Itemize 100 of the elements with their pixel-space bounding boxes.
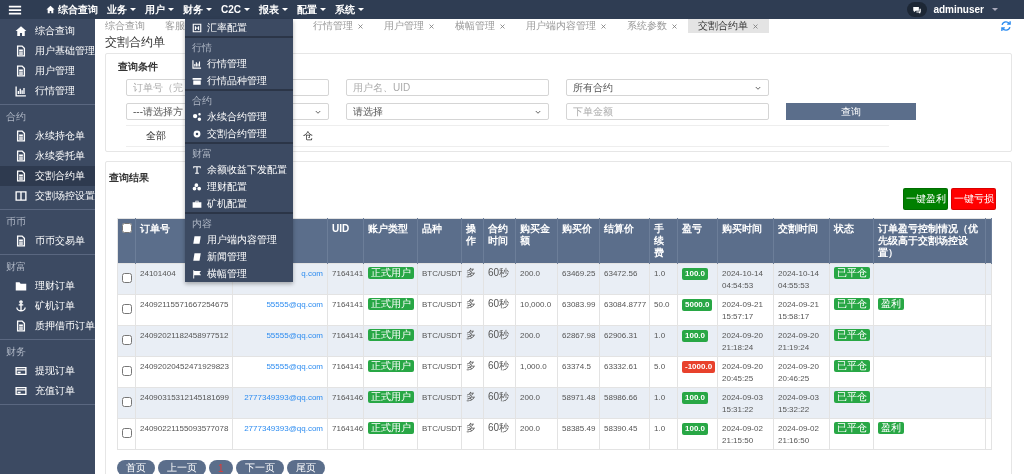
table-cell: 7164141 [332, 300, 364, 309]
table-cell: 10,000.0 [520, 300, 552, 309]
table-cell: 58390.45 [604, 424, 638, 433]
page-title: 交割合约单 [105, 34, 165, 50]
table-cell: 200.0 [520, 331, 541, 340]
table-cell: 63084.8777 [604, 300, 647, 309]
table-cell: 60秒 [488, 267, 510, 278]
table-cell: 60秒 [488, 360, 510, 371]
account-type-badge: 正式用户 [368, 391, 414, 403]
table-cell: 24092115571667254675 [140, 300, 229, 309]
table-cell: 2024-09-02 21:15:50 [722, 424, 763, 445]
menu-section-title: 合约 [191, 94, 213, 108]
table-cell: BTC/USDT [422, 269, 462, 278]
table-cell: 多 [466, 391, 476, 402]
profit-badge: 5000.0 [682, 299, 713, 311]
table-cell: 7164141 [332, 362, 364, 371]
table-cell: 63083.99 [562, 300, 596, 309]
menu-section-title: 财富 [191, 147, 213, 161]
table-cell: 多 [466, 360, 476, 371]
table-cell: 200.0 [520, 393, 541, 402]
column-header: 结算价 [604, 223, 634, 234]
table-cell: 58986.66 [604, 393, 638, 402]
table-cell: 2024-09-03 15:31:22 [722, 393, 763, 414]
table-cell: 多 [466, 267, 476, 278]
column-header: 购买时间 [722, 223, 762, 234]
control-badge: 盈利 [878, 298, 904, 310]
column-header: 订单号 [140, 223, 170, 234]
table-cell: 1,000.0 [520, 362, 547, 371]
table-cell: 60秒 [488, 391, 510, 402]
account-type-badge: 正式用户 [368, 267, 414, 279]
column-header: 交割时间 [778, 223, 818, 234]
profit-badge: 100.0 [682, 330, 709, 342]
panel-title: 查询条件 [118, 61, 158, 73]
table-cell: 62906.31 [604, 331, 638, 340]
table-cell: 60秒 [488, 422, 510, 433]
table-cell: 2024-10-14 04:55:53 [778, 269, 819, 290]
table-cell: 63469.25 [562, 269, 596, 278]
column-header: 盈亏 [682, 223, 702, 234]
table-cell: 多 [466, 329, 476, 340]
control-badge: 盈利 [878, 422, 904, 434]
sidebar-section-title: 币币 [5, 215, 27, 229]
sidebar-section-title: 合约 [5, 110, 27, 124]
table-cell: 63374.5 [562, 362, 591, 371]
sidebar-section-title: 财务 [5, 345, 27, 359]
column-header: UID [332, 223, 350, 234]
status-badge: 已平仓 [834, 360, 870, 372]
account-type-badge: 正式用户 [368, 329, 414, 341]
status-badge: 已平仓 [834, 422, 870, 434]
profit-badge: 100.0 [682, 392, 709, 404]
account-type-badge: 正式用户 [368, 298, 414, 310]
panel-title: 查询结果 [109, 172, 149, 184]
table-cell: 5.0 [654, 362, 666, 371]
table-cell: 2024-09-20 20:46:25 [778, 362, 819, 383]
table-cell: 2024-09-20 21:18:24 [722, 331, 763, 352]
account-type-badge: 正式用户 [368, 422, 414, 434]
table-cell: BTC/USDT [422, 362, 462, 371]
table-cell: 7164146 [332, 424, 364, 433]
table-cell: BTC/USDT [422, 424, 462, 433]
column-header: 状态 [834, 223, 854, 234]
menu-section-title: 内容 [191, 217, 213, 231]
table-cell: 58971.48 [562, 393, 596, 402]
table-cell: 2024-09-03 15:32:22 [778, 393, 819, 414]
column-header: 购买金额 [520, 223, 550, 246]
table-cell: 24090221155093577078 [140, 424, 229, 433]
table-cell: 7164141 [332, 331, 364, 340]
table-cell: 2024-09-02 21:16:50 [778, 424, 819, 445]
status-badge: 已平仓 [834, 298, 870, 310]
table-cell: 63472.56 [604, 269, 638, 278]
table-cell: 1.0 [654, 393, 666, 402]
table-cell: 2024-09-20 20:45:25 [722, 362, 763, 383]
table-cell: 24101404 [140, 269, 176, 278]
status-badge: 已平仓 [834, 329, 870, 341]
status-badge: 已平仓 [834, 391, 870, 403]
profit-badge: 100.0 [682, 268, 709, 280]
table-cell: 24090315312145181699 [140, 393, 229, 402]
table-cell: BTC/USDT [422, 300, 462, 309]
table-cell: 7164146 [332, 393, 364, 402]
table-cell: BTC/USDT [422, 393, 462, 402]
column-header: 品种 [422, 223, 442, 234]
table-cell: 60秒 [488, 329, 510, 340]
column-header: 账户类型 [368, 223, 408, 234]
table-cell: 50.0 [654, 300, 670, 309]
table-cell: 200.0 [520, 269, 541, 278]
table-cell: 62867.98 [562, 331, 596, 340]
table-cell: 2024-09-21 15:58:17 [778, 300, 819, 321]
table-cell: 58385.49 [562, 424, 596, 433]
table-cell: 24092020452471929823 [140, 362, 229, 371]
table-cell: 1.0 [654, 331, 666, 340]
profit-badge: 100.0 [682, 423, 709, 435]
table-cell: 2024-10-14 04:54:53 [722, 269, 763, 290]
column-header: 手续费 [654, 223, 664, 258]
sidebar-section-title: 财富 [5, 260, 27, 274]
table-cell: 7164141 [332, 269, 364, 278]
column-header: 购买价 [562, 223, 592, 234]
column-header: 订单盈亏控制情况（优先级高于交割场控设置） [878, 223, 978, 258]
menu-section-title: 行情 [191, 41, 213, 55]
table-cell: 2024-09-21 15:57:17 [722, 300, 763, 321]
profit-badge: -1000.0 [682, 361, 716, 373]
account-type-badge: 正式用户 [368, 360, 414, 372]
table-cell: 1.0 [654, 269, 666, 278]
